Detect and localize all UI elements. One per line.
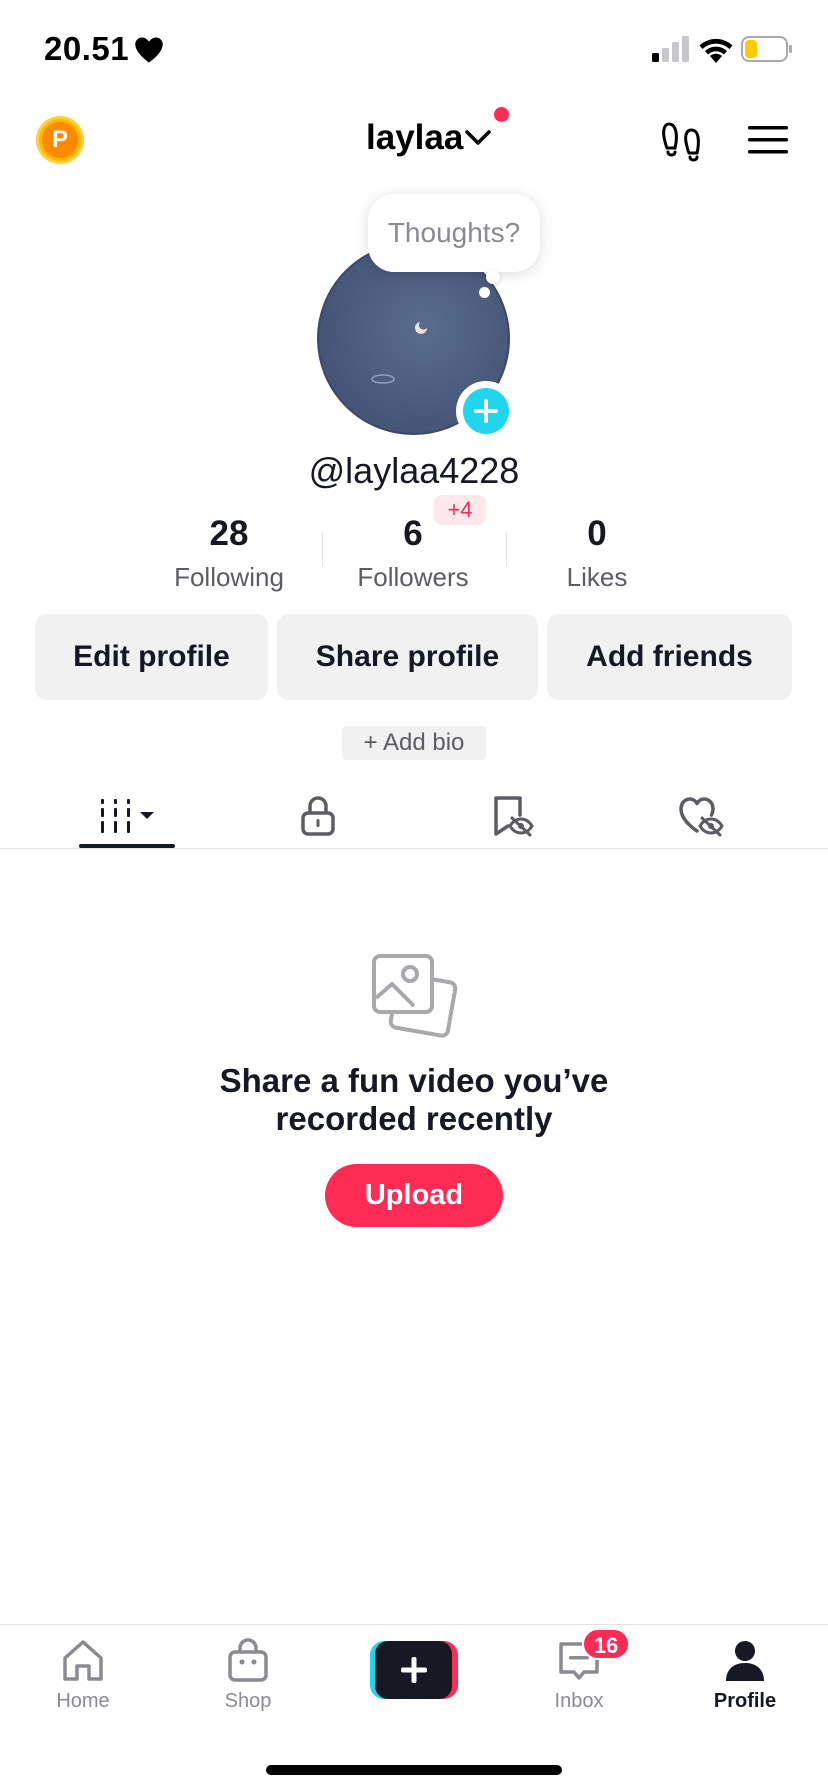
create-button[interactable] xyxy=(370,1641,458,1699)
stat-divider xyxy=(322,532,323,566)
coin-icon: P xyxy=(42,122,78,158)
empty-state-line2: recorded recently xyxy=(275,1100,553,1137)
tabs-divider xyxy=(0,848,828,849)
stat-following[interactable]: 28 Following xyxy=(144,514,314,593)
nav-profile-label: Profile xyxy=(713,1690,777,1712)
followers-label: Followers xyxy=(357,562,469,592)
bottom-nav-border xyxy=(0,1624,828,1625)
edit-profile-button[interactable]: Edit profile xyxy=(35,614,268,700)
plus-icon xyxy=(474,399,498,423)
cellular-signal-icon xyxy=(652,36,689,62)
wifi-icon xyxy=(699,38,733,63)
nav-home[interactable]: Home xyxy=(23,1636,143,1713)
tab-favorites[interactable] xyxy=(419,784,605,848)
hamburger-menu-icon[interactable] xyxy=(748,124,788,156)
coins-button[interactable]: P xyxy=(36,116,84,164)
videos-grid-icon xyxy=(101,799,154,833)
thoughts-bubble[interactable]: Thoughts? xyxy=(368,194,540,272)
notification-dot xyxy=(494,107,509,122)
stat-followers[interactable]: 6 Followers xyxy=(328,514,498,593)
stat-likes[interactable]: 0 Likes xyxy=(512,514,682,593)
account-switcher-username[interactable]: laylaa xyxy=(366,118,463,158)
thought-bubble-tail xyxy=(486,270,500,284)
likes-label: Likes xyxy=(566,562,628,592)
empty-state-line1: Share a fun video you’ve xyxy=(219,1062,609,1099)
lock-icon xyxy=(301,796,335,836)
likes-count: 0 xyxy=(587,514,607,553)
nav-shop-label: Shop xyxy=(224,1690,272,1712)
nav-home-label: Home xyxy=(56,1690,110,1712)
photos-icon xyxy=(372,954,458,1038)
nav-profile[interactable]: Profile xyxy=(685,1636,805,1713)
home-indicator xyxy=(266,1765,562,1775)
following-label: Following xyxy=(174,562,284,592)
stat-divider xyxy=(506,532,507,566)
add-bio-button[interactable]: + Add bio xyxy=(342,726,486,760)
tab-liked[interactable] xyxy=(608,784,794,848)
favorites-hidden-icon xyxy=(494,796,534,837)
footprints-icon[interactable] xyxy=(660,120,702,162)
following-count: 28 xyxy=(209,514,249,553)
new-followers-badge: +4 xyxy=(434,495,486,525)
share-profile-button[interactable]: Share profile xyxy=(277,614,538,700)
upload-button[interactable]: Upload xyxy=(325,1164,503,1227)
home-icon xyxy=(63,1640,103,1681)
chevron-down-icon[interactable] xyxy=(464,128,492,148)
thought-bubble-tail-small xyxy=(479,287,490,298)
profile-person-icon xyxy=(726,1641,764,1681)
liked-hidden-icon xyxy=(679,797,724,837)
shopping-bag-icon xyxy=(228,1638,268,1682)
nav-shop[interactable]: Shop xyxy=(188,1636,308,1713)
battery-icon xyxy=(741,36,792,62)
nav-inbox-label: Inbox xyxy=(554,1690,604,1712)
profile-handle: @laylaa4228 xyxy=(308,450,520,491)
status-time: 20.51 xyxy=(44,30,130,67)
add-story-button[interactable] xyxy=(456,381,516,441)
empty-state-message: Share a fun video you’ve recorded recent… xyxy=(0,1062,828,1138)
heart-icon xyxy=(135,37,163,63)
tab-private[interactable] xyxy=(225,784,411,848)
tab-videos[interactable] xyxy=(34,784,220,848)
inbox-unread-badge: 16 xyxy=(582,1628,630,1660)
add-friends-button[interactable]: Add friends xyxy=(547,614,792,700)
